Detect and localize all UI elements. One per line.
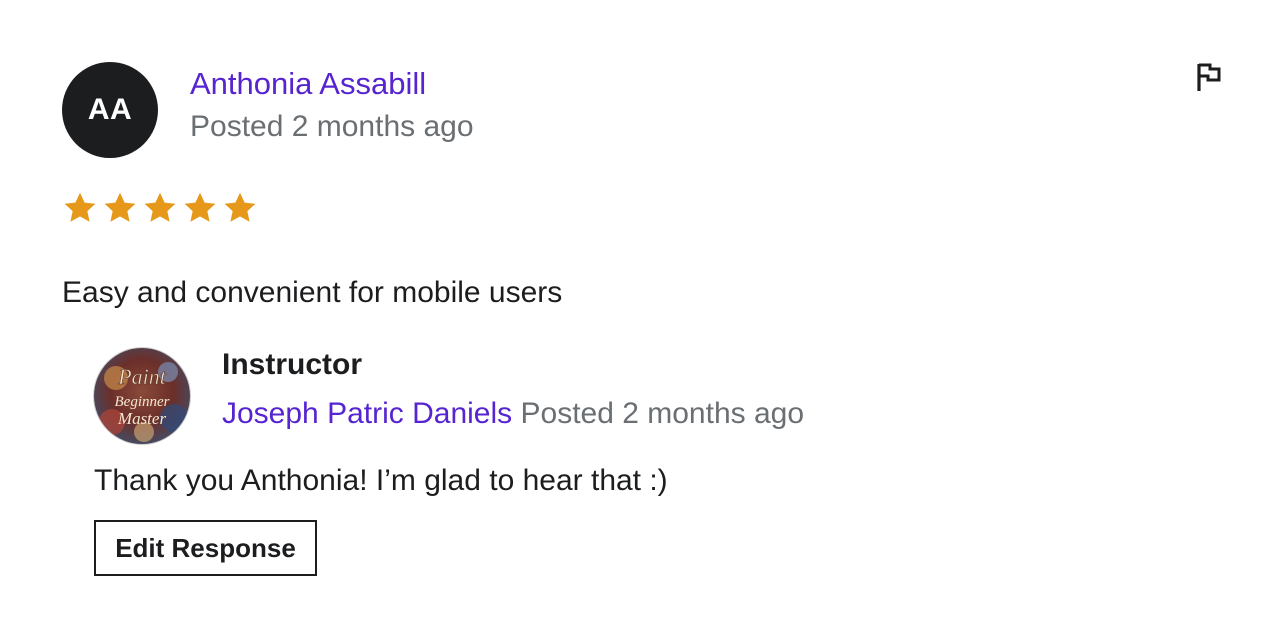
edit-response-button[interactable]: Edit Response	[94, 520, 317, 576]
star-icon	[102, 190, 138, 226]
star-icon	[62, 190, 98, 226]
response-author-line: Joseph Patric Daniels Posted 2 months ag…	[222, 397, 804, 431]
reviewer-name-link[interactable]: Anthonia Assabill	[190, 66, 426, 102]
star-icon	[182, 190, 218, 226]
flag-icon	[1194, 61, 1224, 98]
avatar-text-master: Master	[117, 409, 167, 428]
review-posted-date: Posted 2 months ago	[190, 110, 474, 143]
report-button[interactable]	[1190, 60, 1228, 98]
reviewer-avatar: AA	[62, 62, 158, 158]
star-rating	[62, 190, 258, 226]
avatar-text-paint: Paint	[117, 364, 167, 389]
reviewer-initials: AA	[87, 93, 133, 126]
review-card: AA Anthonia Assabill Posted 2 months ago…	[0, 0, 1288, 638]
instructor-name-link[interactable]: Joseph Patric Daniels	[222, 397, 512, 430]
star-icon	[222, 190, 258, 226]
response-role-label: Instructor	[222, 348, 363, 381]
response-text: Thank you Anthonia! I’m glad to hear tha…	[94, 464, 668, 497]
review-text: Easy and convenient for mobile users	[62, 276, 563, 309]
avatar-text-beginner: Beginner	[115, 394, 170, 410]
response-posted-date: Posted 2 months ago	[520, 397, 805, 430]
star-icon	[142, 190, 178, 226]
instructor-avatar: Paint Beginner Master	[94, 348, 190, 444]
